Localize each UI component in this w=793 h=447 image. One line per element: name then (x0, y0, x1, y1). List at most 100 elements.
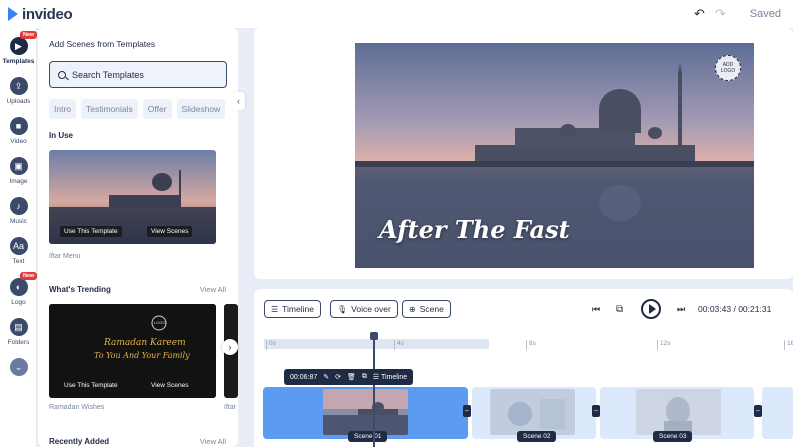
rail-label: Text (12, 258, 25, 265)
view-scenes-button[interactable]: View Scenes (147, 380, 193, 391)
use-template-button[interactable]: Use This Template (60, 226, 122, 237)
skip-forward-icon[interactable]: ⏭ (677, 299, 685, 319)
undo-icon[interactable]: ↶ (694, 6, 705, 22)
video-canvas[interactable]: After The Fast ADD LOGO (355, 43, 754, 268)
use-template-button[interactable]: Use This Template (60, 380, 122, 391)
ruler-tick: 16 (784, 340, 793, 350)
preview-area: After The Fast ADD LOGO (254, 28, 793, 279)
rail-label: Logo (11, 299, 26, 306)
duplicate-icon[interactable]: ⧉ (362, 373, 367, 381)
ruler-tick: 12s (657, 340, 670, 350)
top-bar: invideo ↶ ↷ Saved (0, 0, 793, 28)
new-badge: New (20, 31, 38, 39)
replace-icon[interactable]: ⟳ (335, 373, 341, 381)
panel-title: Add Scenes from Templates (49, 39, 156, 49)
in-use-template-card[interactable]: Use This Template View Scenes (49, 150, 216, 244)
rail-item-video[interactable]: ■ Video (0, 117, 37, 145)
scene-3-image (636, 389, 721, 435)
scene-3-thumbnail (636, 389, 721, 435)
folder-icon: ▤ (9, 318, 28, 336)
chip-intro[interactable]: Intro (49, 99, 77, 119)
chip-testimonials[interactable]: Testimonials (81, 99, 138, 119)
rail-label: Templates (2, 58, 35, 65)
trending-heading: What's Trending (49, 285, 111, 294)
save-status: Saved (749, 8, 781, 20)
edit-duration-icon[interactable]: ✎ (323, 373, 329, 381)
trending-template-card[interactable]: LOGO Ramadan Kareem To You And Your Fami… (49, 304, 216, 398)
microphone-icon: 🎙 (337, 304, 348, 314)
rail-label: Music (10, 218, 27, 225)
skip-back-icon[interactable]: ⏮ (592, 299, 600, 319)
collapse-panel-button[interactable]: ‹ (232, 92, 245, 110)
rail-item-templates[interactable]: ▶ New Templates (0, 31, 38, 65)
rail-item-music[interactable]: ♪ Music (0, 197, 37, 225)
time-ruler[interactable]: 0s 4s 8s 12s 16 (264, 339, 793, 351)
scene-title-text[interactable]: After The Fast (379, 215, 570, 244)
timeline-toggle[interactable]: ☰ Timeline (373, 373, 407, 381)
timeline-panel: ☰ Timeline 🎙 Voice over ⊕ Scene ⏮ ⧉ ⏭ 00… (254, 289, 793, 447)
rail-label: Video (10, 138, 27, 145)
playhead[interactable] (373, 332, 375, 447)
delete-icon[interactable]: 🗑 (347, 373, 356, 381)
trending-view-all-link[interactable]: View All (200, 285, 226, 294)
app-logo[interactable]: invideo (8, 5, 73, 23)
add-scene-button[interactable]: ⊕ Scene (402, 300, 451, 318)
scene-2-thumbnail (490, 389, 575, 435)
voiceover-button[interactable]: 🎙 Voice over (330, 300, 398, 318)
scene-clip-2[interactable]: Scene 02 (472, 387, 596, 442)
carousel-next-button[interactable]: › (222, 339, 238, 355)
rail-item-uploads[interactable]: ⇪ Uploads (0, 77, 37, 105)
search-placeholder: Search Templates (72, 69, 144, 80)
play-button[interactable] (641, 299, 661, 319)
trending-caption: Ramadan Wishes (49, 404, 105, 411)
ruler-range-band (264, 339, 489, 349)
clip-toolbar: 00:06:87 ✎ ⟳ 🗑 ⧉ ☰ Timeline (284, 369, 414, 385)
left-rail: ▶ New Templates ⇪ Uploads ■ Video ▣ Imag… (0, 28, 38, 447)
scene-clip-3[interactable]: Scene 03 (600, 387, 754, 442)
total-time: 00:21:31 (738, 304, 772, 314)
scene-2-label: Scene 02 (517, 431, 557, 442)
trending-logo-placeholder: LOGO (154, 320, 166, 325)
app-name: invideo (22, 5, 73, 23)
chip-offer[interactable]: Offer (142, 99, 172, 119)
chip-slideshow[interactable]: Slideshow (176, 99, 226, 119)
text-icon: Aa (9, 237, 28, 255)
play-icon (641, 299, 661, 319)
rail-item-image[interactable]: ▣ Image (0, 157, 37, 185)
template-category-chips: Intro Testimonials Offer Slideshow (49, 99, 226, 119)
recent-heading: Recently Added (49, 437, 110, 446)
transition-handle[interactable]: ⇔ (754, 405, 762, 417)
scene-clip-1[interactable]: Scene 01 (263, 387, 468, 442)
trending-card-title: Ramadan Kareem (104, 338, 186, 348)
trending-caption-2: Iftar (224, 404, 237, 411)
scene-clip-4[interactable] (762, 387, 793, 439)
time-readout: 00:03:43 / 00:21:31 (698, 304, 771, 314)
redo-icon[interactable]: ↷ (715, 6, 726, 22)
new-badge: New (20, 272, 38, 280)
add-logo-placeholder[interactable]: ADD LOGO (715, 55, 741, 81)
preview-mode-icon[interactable]: ⧉ (616, 299, 623, 319)
recent-view-all-link[interactable]: View All (200, 437, 226, 446)
timeline-button[interactable]: ☰ Timeline (264, 300, 321, 318)
view-scenes-button[interactable]: View Scenes (147, 226, 193, 237)
playhead-handle[interactable] (370, 332, 378, 340)
rail-item-text[interactable]: Aa Text (0, 237, 37, 265)
transition-handle[interactable]: ⇔ (463, 405, 471, 417)
rail-more-button[interactable]: ⌄ (0, 358, 37, 376)
in-use-caption: Iftar Menu (49, 253, 81, 260)
clip-timeline-label: Timeline (380, 374, 408, 381)
logo-icon: ◐ (9, 278, 28, 296)
rail-item-folders[interactable]: ▤ Folders (0, 318, 37, 346)
transition-handle[interactable]: ⇔ (592, 405, 600, 417)
ruler-tick: 8s (526, 340, 536, 350)
rail-item-logo[interactable]: ◐ New Logo (0, 272, 38, 306)
video-icon: ■ (9, 117, 28, 135)
timeline-button-label: Timeline (282, 304, 314, 314)
chevron-down-icon: ⌄ (9, 358, 28, 376)
scene-1-label: Scene 01 (348, 431, 388, 442)
scene-2-image (490, 389, 575, 435)
in-use-heading: In Use (49, 131, 74, 140)
search-input[interactable]: Search Templates (49, 61, 227, 88)
search-icon (58, 70, 66, 79)
clip-duration: 00:06:87 (290, 373, 318, 381)
